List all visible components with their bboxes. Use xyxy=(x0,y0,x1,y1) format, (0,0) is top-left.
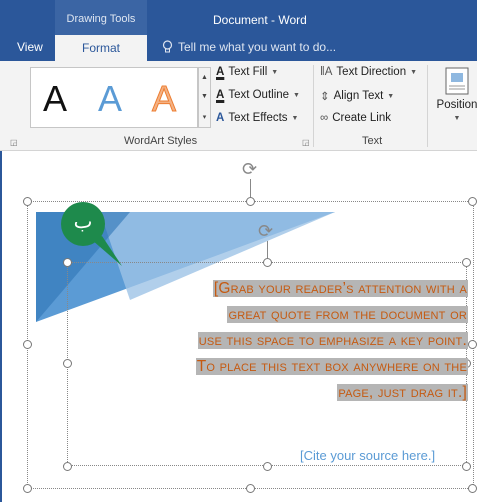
callout-pointer xyxy=(92,236,122,266)
callout-bubble: ب xyxy=(61,202,105,246)
